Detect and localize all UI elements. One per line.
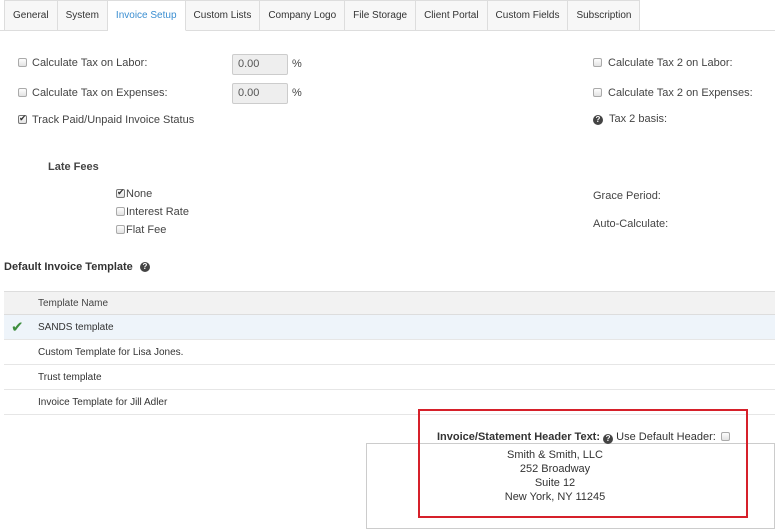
template-name: Invoice Template for Jill Adler bbox=[38, 396, 168, 408]
settings-tabs: General System Invoice Setup Custom List… bbox=[4, 0, 641, 31]
default-template-title: Default Invoice Template bbox=[4, 261, 133, 273]
tax2-labor-checkbox[interactable] bbox=[593, 58, 602, 67]
tax2-expenses-checkbox[interactable] bbox=[593, 88, 602, 97]
tax-labor-input[interactable]: 0.00 bbox=[232, 54, 288, 75]
auto-calculate-label: Auto-Calculate: bbox=[593, 218, 669, 230]
table-row[interactable]: ✔ SANDS template bbox=[4, 315, 775, 340]
tax-expenses-percent: % bbox=[292, 87, 302, 99]
tab-client-portal[interactable]: Client Portal bbox=[416, 0, 488, 31]
late-fee-flat-label: Flat Fee bbox=[126, 224, 167, 236]
tax2-help-icon[interactable]: ? bbox=[593, 115, 603, 125]
template-table: Template Name ✔ SANDS template Custom Te… bbox=[4, 291, 775, 415]
tax-labor-percent: % bbox=[292, 58, 302, 70]
tab-company-logo[interactable]: Company Logo bbox=[260, 0, 346, 31]
template-name-column: Template Name bbox=[38, 297, 109, 309]
tax-expenses-input[interactable]: 0.00 bbox=[232, 83, 288, 104]
tax-expenses-checkbox[interactable] bbox=[18, 88, 27, 97]
template-table-header: Template Name bbox=[4, 291, 775, 315]
late-fees-title: Late Fees bbox=[48, 161, 99, 173]
tab-general[interactable]: General bbox=[4, 0, 58, 31]
late-fee-interest-radio[interactable] bbox=[116, 207, 125, 216]
tab-custom-lists[interactable]: Custom Lists bbox=[185, 0, 261, 31]
highlight-annotation-box bbox=[418, 409, 748, 518]
table-row[interactable]: Custom Template for Lisa Jones. bbox=[4, 340, 775, 365]
grace-period-label: Grace Period: bbox=[593, 190, 661, 202]
tab-custom-fields[interactable]: Custom Fields bbox=[487, 0, 569, 31]
default-template-help-icon[interactable]: ? bbox=[140, 262, 150, 272]
tax-labor-label: Calculate Tax on Labor: bbox=[32, 57, 148, 69]
tab-invoice-setup[interactable]: Invoice Setup bbox=[107, 0, 186, 31]
tax2-labor-label: Calculate Tax 2 on Labor: bbox=[608, 57, 733, 69]
late-fee-interest-label: Interest Rate bbox=[126, 206, 189, 218]
late-fee-none-radio[interactable] bbox=[116, 187, 125, 199]
tab-file-storage[interactable]: File Storage bbox=[345, 0, 417, 31]
tax-labor-checkbox[interactable] bbox=[18, 58, 27, 67]
tab-subscription[interactable]: Subscription bbox=[568, 0, 641, 31]
late-fee-flat-radio[interactable] bbox=[116, 225, 125, 234]
table-row[interactable]: Trust template bbox=[4, 365, 775, 390]
track-status-checkbox[interactable] bbox=[18, 113, 27, 125]
template-name: Trust template bbox=[38, 371, 102, 383]
track-status-label: Track Paid/Unpaid Invoice Status bbox=[32, 114, 195, 126]
template-name: SANDS template bbox=[38, 321, 114, 333]
tab-system[interactable]: System bbox=[57, 0, 108, 31]
selected-check-icon: ✔ bbox=[11, 318, 24, 336]
tax2-expenses-label: Calculate Tax 2 on Expenses: bbox=[608, 87, 753, 99]
tax2-basis-label: Tax 2 basis: bbox=[609, 113, 668, 125]
tax-expenses-label: Calculate Tax on Expenses: bbox=[32, 87, 168, 99]
late-fee-none-label: None bbox=[126, 188, 153, 200]
template-name: Custom Template for Lisa Jones. bbox=[38, 346, 184, 358]
